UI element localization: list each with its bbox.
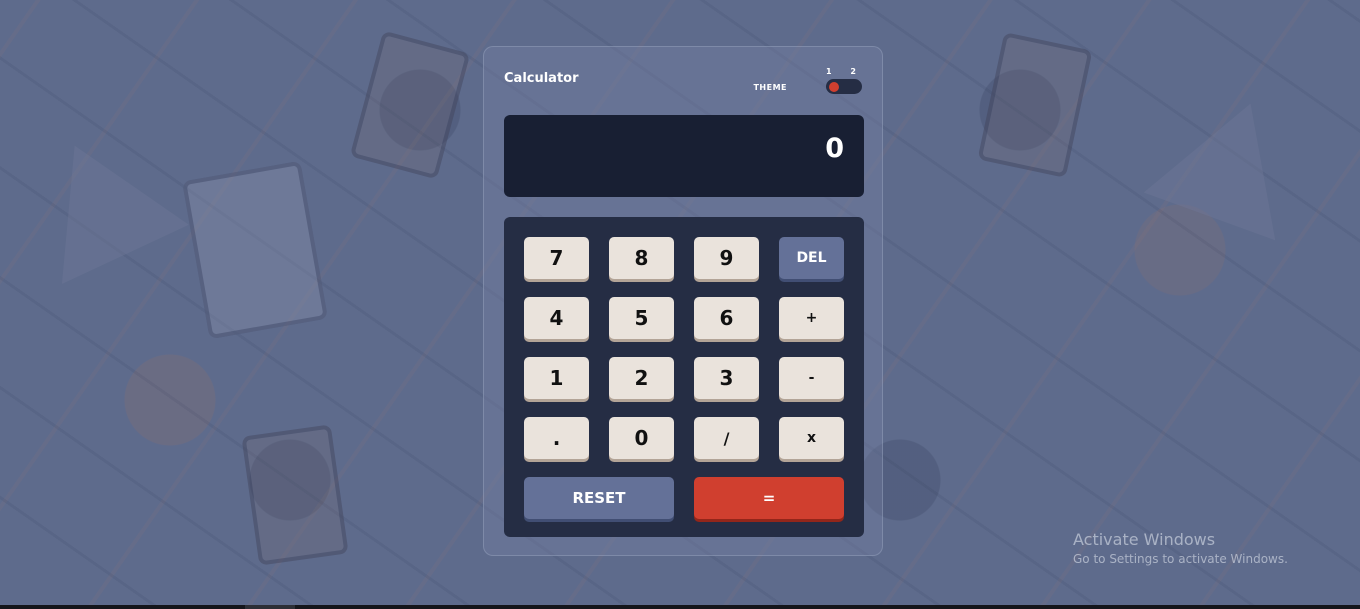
reset-button[interactable]: RESET	[524, 477, 674, 519]
key-9[interactable]: 9	[694, 237, 759, 279]
background-ruler-doodle	[1143, 79, 1317, 241]
keypad: 7 8 9 DEL 4 5 6 + 1 2 3 - . 0 / x RESET …	[504, 217, 864, 537]
theme-options: 1 2	[826, 67, 856, 76]
watermark-subtitle: Go to Settings to activate Windows.	[1073, 552, 1288, 566]
key-7[interactable]: 7	[524, 237, 589, 279]
background-calculator-doodle	[977, 32, 1093, 178]
display-value: 0	[825, 133, 844, 164]
key-3[interactable]: 3	[694, 357, 759, 399]
calculator-header: Calculator THEME 1 2	[504, 67, 862, 107]
key-6[interactable]: 6	[694, 297, 759, 339]
watermark-title: Activate Windows	[1073, 530, 1216, 549]
app-title: Calculator	[504, 71, 579, 86]
divide-button[interactable]: /	[694, 417, 759, 459]
taskbar	[0, 605, 1360, 609]
background-notepad-doodle	[182, 160, 328, 340]
key-1[interactable]: 1	[524, 357, 589, 399]
background-calculator-doodle	[349, 30, 471, 180]
background-calculator-doodle	[241, 424, 349, 566]
theme-label: THEME	[753, 83, 787, 92]
key-8[interactable]: 8	[609, 237, 674, 279]
key-4[interactable]: 4	[524, 297, 589, 339]
add-button[interactable]: +	[779, 297, 844, 339]
key-2[interactable]: 2	[609, 357, 674, 399]
background-ruler-doodle	[11, 116, 189, 284]
subtract-button[interactable]: -	[779, 357, 844, 399]
key-0[interactable]: 0	[609, 417, 674, 459]
delete-button[interactable]: DEL	[779, 237, 844, 279]
equals-button[interactable]: =	[694, 477, 844, 519]
theme-toggle-knob[interactable]	[829, 82, 839, 92]
key-5[interactable]: 5	[609, 297, 674, 339]
decimal-button[interactable]: .	[524, 417, 589, 459]
activation-watermark: Activate Windows Go to Settings to activ…	[1073, 530, 1288, 566]
theme-option-2: 2	[850, 67, 856, 76]
theme-option-1: 1	[826, 67, 832, 76]
calculator-card: Calculator THEME 1 2 0 7 8 9 DEL 4 5 6 +…	[483, 46, 883, 556]
theme-toggle[interactable]	[826, 79, 862, 94]
taskbar-segment	[245, 605, 295, 609]
calculator-display: 0	[504, 115, 864, 197]
multiply-button[interactable]: x	[779, 417, 844, 459]
